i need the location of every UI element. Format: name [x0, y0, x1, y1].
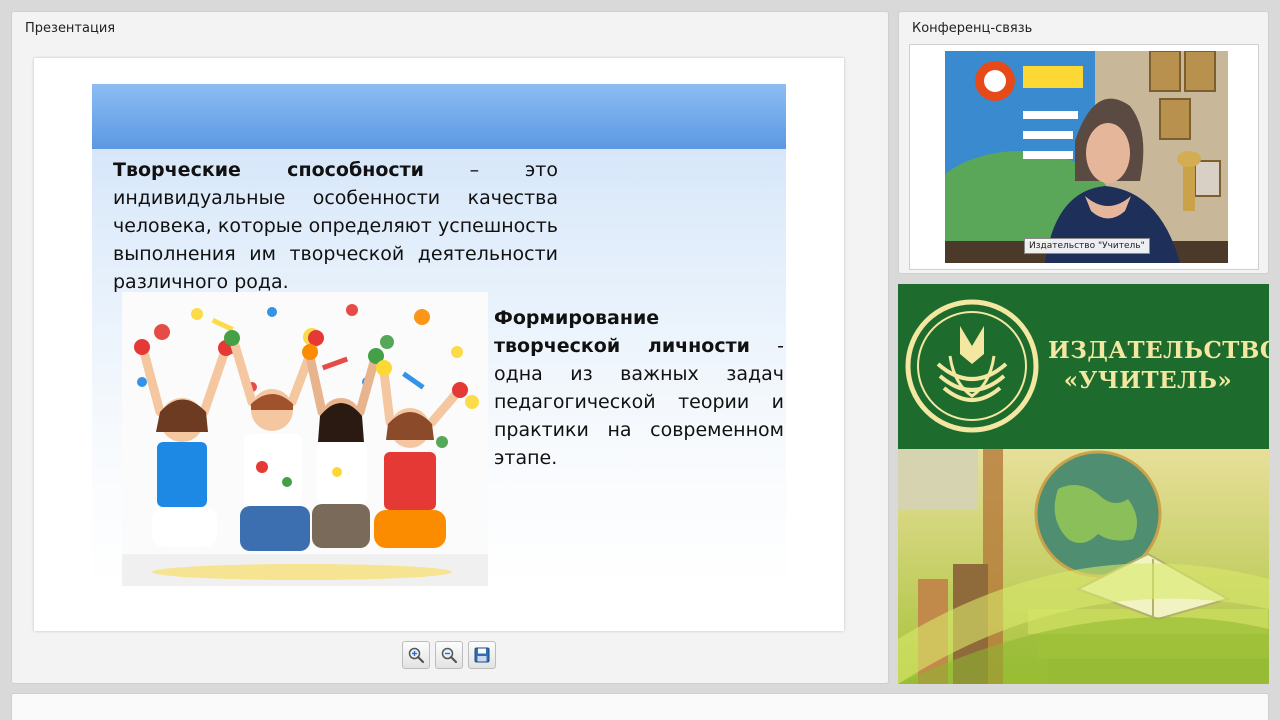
presentation-panel-title: Презентация [25, 21, 116, 36]
publisher-name-line1: ИЗДАТЕЛЬСТВО [1048, 337, 1269, 364]
slide-header-band [92, 84, 786, 149]
publisher-banner: ИЗДАТЕЛЬСТВО «УЧИТЕЛЬ» [898, 284, 1269, 684]
formation-term: Формирование творческой личности [494, 307, 750, 357]
slide: Творческие способности – это индивидуаль… [92, 84, 786, 590]
publisher-name: ИЗДАТЕЛЬСТВО «УЧИТЕЛЬ» [1048, 336, 1269, 396]
definition-term: Творческие способности [113, 159, 424, 181]
definition-dash: – [423, 159, 525, 181]
save-icon [474, 647, 490, 663]
speaker-name-label: Издательство "Учитель" [1024, 238, 1150, 254]
publisher-name-line2: «УЧИТЕЛЬ» [1063, 367, 1233, 394]
save-button[interactable] [468, 641, 496, 669]
zoom-in-button[interactable] [402, 641, 430, 669]
children-painted-hands-photo [122, 292, 488, 586]
slide-viewport[interactable]: Творческие способности – это индивидуаль… [34, 58, 844, 631]
zoom-out-icon [441, 647, 458, 664]
publisher-logo-area: ИЗДАТЕЛЬСТВО «УЧИТЕЛЬ» [898, 284, 1269, 449]
formation-text: Формирование творческой личности - одна … [494, 304, 784, 472]
definition-text: Творческие способности – это индивидуаль… [113, 156, 558, 296]
zoom-in-icon [408, 647, 425, 664]
speaker-video[interactable]: Издательство "Учитель" [945, 51, 1228, 263]
conference-panel-title: Конференц-связь [912, 21, 1033, 36]
publisher-emblem-icon [905, 299, 1039, 433]
bottom-panel [11, 693, 1269, 720]
conference-panel: Конференц-связь Издательство "Учитель" [898, 11, 1269, 274]
video-frame: Издательство "Учитель" [909, 44, 1259, 270]
presentation-panel: Презентация Творческие способности – это… [11, 11, 889, 684]
books-globe-image [898, 449, 1269, 684]
presentation-toolbar [402, 641, 502, 673]
zoom-out-button[interactable] [435, 641, 463, 669]
